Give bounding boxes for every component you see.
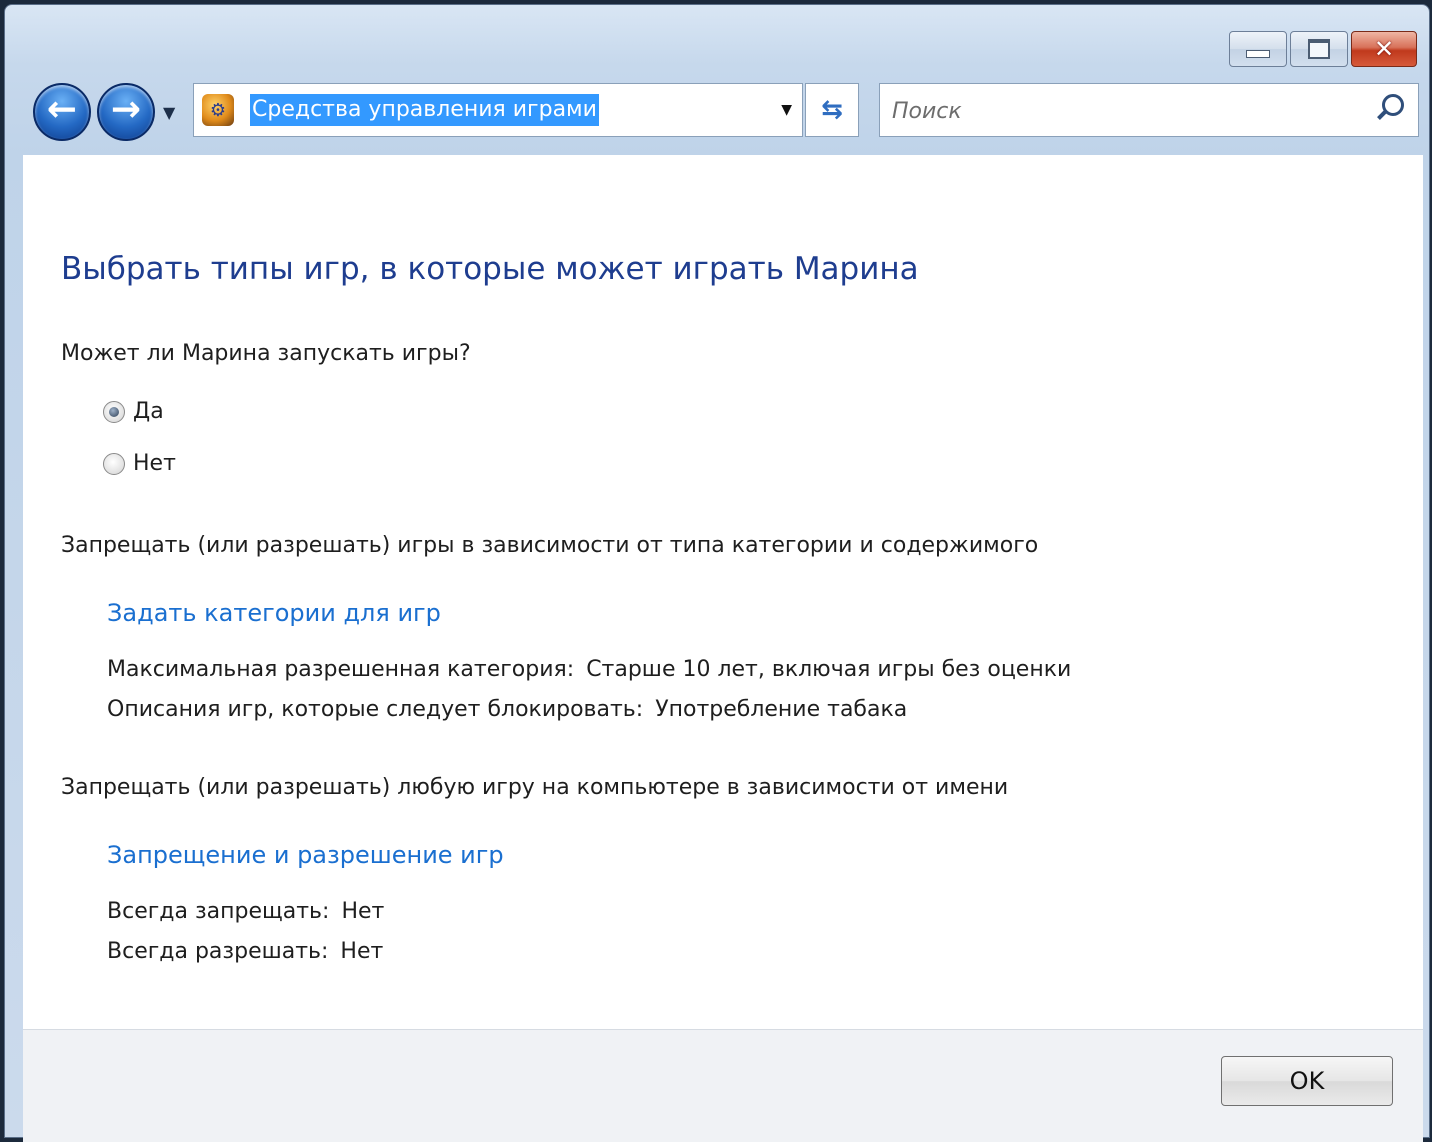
minimize-icon <box>1246 50 1270 58</box>
refresh-icon: ⇆ <box>821 95 843 125</box>
radio-no-button[interactable] <box>103 452 125 475</box>
category-section-title: Запрещать (или разрешать) игры в зависим… <box>61 533 1039 558</box>
forward-button[interactable]: → <box>97 83 155 141</box>
blocked-descriptors-label: Описания игр, которые следует блокироват… <box>107 697 644 722</box>
radio-yes-label: Да <box>133 399 164 424</box>
back-button[interactable]: ← <box>33 83 91 141</box>
always-block-label: Всегда запрещать: <box>107 899 330 924</box>
radio-no-label: Нет <box>133 451 176 476</box>
refresh-button[interactable]: ⇆ <box>805 83 859 137</box>
close-button[interactable]: ✕ <box>1351 31 1417 67</box>
back-arrow-icon: ← <box>46 89 78 130</box>
max-rating-label: Максимальная разрешенная категория: <box>107 657 575 682</box>
minimize-button[interactable] <box>1229 31 1287 67</box>
search-input[interactable] <box>890 92 1364 130</box>
forward-arrow-icon: → <box>110 89 142 130</box>
address-bar[interactable]: ⚙ Средства управления играми ▼ <box>193 83 803 137</box>
address-dropdown-icon[interactable]: ▼ <box>781 102 792 118</box>
radio-yes[interactable]: Да <box>103 399 164 424</box>
blocked-descriptors-row: Описания игр, которые следует блокироват… <box>107 697 907 722</box>
always-block-row: Всегда запрещать: Нет <box>107 899 384 924</box>
max-rating-value: Старше 10 лет, включая игры без оценки <box>586 657 1072 682</box>
radio-no[interactable]: Нет <box>103 451 176 476</box>
search-icon[interactable] <box>1382 94 1404 116</box>
navigation-bar: ← → ▼ ⚙ Средства управления играми ▼ ⇆ <box>27 81 1419 143</box>
ok-button[interactable]: OK <box>1221 1056 1393 1106</box>
maximize-icon <box>1308 39 1330 59</box>
search-box <box>879 83 1419 137</box>
max-rating-row: Максимальная разрешенная категория: Старш… <box>107 657 1071 682</box>
window: ✕ ← → ▼ ⚙ Средства управления играми ▼ ⇆… <box>4 4 1430 1142</box>
question-label: Может ли Марина запускать игры? <box>61 341 471 366</box>
name-section-title: Запрещать (или разрешать) любую игру на … <box>61 775 1009 800</box>
always-allow-value: Нет <box>340 939 384 964</box>
dialog-footer: OK <box>23 1029 1423 1142</box>
maximize-button[interactable] <box>1290 31 1348 67</box>
chevron-down-icon: ▼ <box>163 103 176 122</box>
page-title: Выбрать типы игр, в которые может играть… <box>61 251 919 287</box>
blocked-descriptors-value: Употребление табака <box>655 697 908 722</box>
always-block-value: Нет <box>341 899 385 924</box>
always-allow-row: Всегда разрешать: Нет <box>107 939 383 964</box>
caption-buttons: ✕ <box>1229 31 1417 67</box>
address-text[interactable]: Средства управления играми <box>250 94 599 126</box>
main-content: Выбрать типы игр, в которые может играть… <box>23 155 1423 1029</box>
radio-yes-button[interactable] <box>103 400 125 423</box>
set-game-ratings-link[interactable]: Задать категории для игр <box>107 599 441 627</box>
block-allow-games-link[interactable]: Запрещение и разрешение игр <box>107 841 504 869</box>
always-allow-label: Всегда разрешать: <box>107 939 329 964</box>
close-icon: ✕ <box>1373 35 1395 63</box>
game-controls-icon: ⚙ <box>202 94 234 126</box>
recent-pages-dropdown[interactable]: ▼ <box>163 103 175 122</box>
